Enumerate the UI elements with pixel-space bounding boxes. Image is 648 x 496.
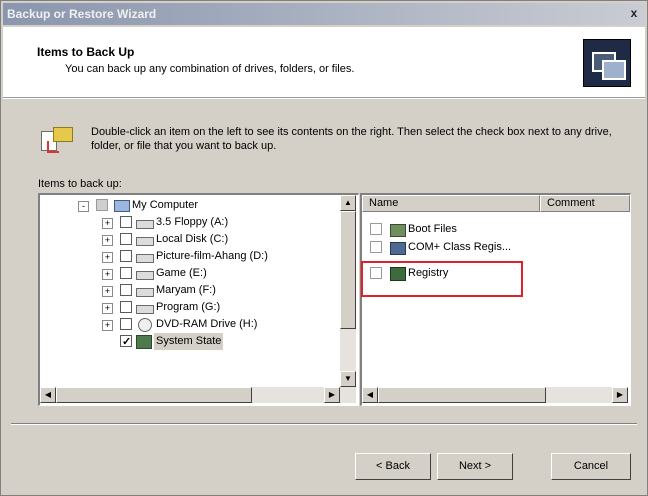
next-button[interactable]: Next >	[437, 453, 513, 480]
window-title: Backup or Restore Wizard	[7, 7, 157, 21]
tree-item-floppy[interactable]: + 3.5 Floppy (A:)	[40, 214, 340, 231]
scroll-left-icon[interactable]: ◀	[40, 387, 56, 403]
tree-item-label: My Computer	[132, 199, 199, 211]
tree-item-label: Game (E:)	[156, 267, 207, 279]
registry-highlight-box	[361, 261, 523, 297]
tree-item-system-state[interactable]: System State	[40, 333, 340, 351]
checkbox-dvd-h[interactable]	[120, 318, 132, 330]
scroll-thumb[interactable]	[378, 387, 546, 403]
dvd-drive-icon	[138, 318, 152, 332]
page-title: Items to Back Up	[37, 45, 135, 59]
tree-item-label: Picture-film-Ahang (D:)	[156, 250, 268, 262]
scroll-thumb[interactable]	[340, 211, 356, 329]
hard-drive-icon	[136, 237, 154, 246]
boot-files-icon	[390, 224, 406, 237]
list-horizontal-scrollbar[interactable]: ◀ ▶	[362, 387, 628, 403]
expand-icon[interactable]: +	[102, 303, 113, 314]
tree-horizontal-scrollbar[interactable]: ◀ ▶	[40, 387, 356, 403]
checkbox-boot-files[interactable]	[370, 223, 382, 235]
checkbox-drive-f[interactable]	[120, 284, 132, 296]
tree-item-drive-g[interactable]: + Program (G:)	[40, 299, 340, 316]
expand-icon[interactable]: +	[102, 252, 113, 263]
expand-icon[interactable]: +	[102, 269, 113, 280]
list-item-label: Boot Files	[408, 223, 457, 235]
tree-item-dvd-h[interactable]: + DVD-RAM Drive (H:)	[40, 316, 340, 333]
hard-drive-icon	[136, 254, 154, 263]
page-subtitle: You can back up any combination of drive…	[65, 63, 355, 75]
checkbox-com-registration[interactable]	[370, 241, 382, 253]
backup-wizard-logo-icon	[583, 39, 631, 87]
column-header-name[interactable]: Name	[362, 195, 540, 212]
checkbox-my-computer[interactable]	[96, 199, 108, 211]
hard-drive-icon	[136, 271, 154, 280]
scroll-right-icon[interactable]: ▶	[324, 387, 340, 403]
tree-item-local-disk-c[interactable]: + Local Disk (C:)	[40, 231, 340, 248]
cancel-button[interactable]: Cancel	[551, 453, 631, 480]
hard-drive-icon	[136, 305, 154, 314]
tree-item-label: Local Disk (C:)	[156, 233, 229, 245]
scroll-right-icon[interactable]: ▶	[612, 387, 628, 403]
expand-icon[interactable]: +	[102, 218, 113, 229]
tree-item-label: Maryam (F:)	[156, 284, 216, 296]
close-icon[interactable]: x	[627, 6, 641, 20]
system-state-icon	[136, 335, 152, 349]
wizard-header: Items to Back Up You can back up any com…	[3, 27, 645, 98]
computer-icon	[114, 200, 130, 212]
header-divider	[3, 98, 645, 99]
tree-vertical-scrollbar[interactable]: ▲ ▼	[340, 195, 356, 387]
list-item-boot-files[interactable]: Boot Files	[368, 220, 608, 238]
tree-item-drive-f[interactable]: + Maryam (F:)	[40, 282, 340, 299]
tree-item-drive-e[interactable]: + Game (E:)	[40, 265, 340, 282]
back-button[interactable]: < Back	[355, 453, 431, 480]
hard-drive-icon	[136, 288, 154, 297]
tree-label: Items to back up:	[38, 178, 122, 190]
collapse-icon[interactable]: -	[78, 201, 89, 212]
tree-item-drive-d[interactable]: + Picture-film-Ahang (D:)	[40, 248, 340, 265]
tree-item-label: 3.5 Floppy (A:)	[156, 216, 229, 228]
tree-item-label: DVD-RAM Drive (H:)	[156, 318, 258, 330]
items-tree[interactable]: - My Computer + 3.5 Floppy (A:) + Local …	[38, 193, 359, 406]
column-header-comment[interactable]: Comment	[540, 195, 630, 212]
checkbox-drive-e[interactable]	[120, 267, 132, 279]
items-list[interactable]: Name Comment Boot Files COM+ Class Regis…	[360, 193, 631, 406]
expand-icon[interactable]: +	[102, 235, 113, 246]
wizard-window: Backup or Restore Wizard x Items to Back…	[0, 0, 648, 496]
expand-icon[interactable]: +	[102, 286, 113, 297]
instructions-text: Double-click an item on the left to see …	[91, 126, 612, 152]
list-item-com-registration[interactable]: COM+ Class Regis...	[368, 238, 608, 256]
tree-item-my-computer[interactable]: - My Computer	[40, 197, 340, 214]
instructions-icon	[39, 125, 73, 155]
list-item-label: COM+ Class Regis...	[408, 241, 511, 253]
scroll-up-icon[interactable]: ▲	[340, 195, 356, 211]
com-registration-icon	[390, 242, 406, 255]
expand-icon[interactable]: +	[102, 320, 113, 331]
scroll-thumb[interactable]	[56, 387, 252, 403]
checkbox-local-disk-c[interactable]	[120, 233, 132, 245]
checkbox-drive-g[interactable]	[120, 301, 132, 313]
tree-item-label: System State	[154, 333, 224, 350]
scroll-down-icon[interactable]: ▼	[340, 371, 356, 387]
checkbox-floppy[interactable]	[120, 216, 132, 228]
checkbox-system-state[interactable]	[120, 334, 132, 351]
checkbox-drive-d[interactable]	[120, 250, 132, 262]
tree-item-label: Program (G:)	[156, 301, 221, 313]
floppy-drive-icon	[136, 220, 154, 229]
title-bar[interactable]: Backup or Restore Wizard x	[3, 3, 645, 25]
scroll-left-icon[interactable]: ◀	[362, 387, 378, 403]
